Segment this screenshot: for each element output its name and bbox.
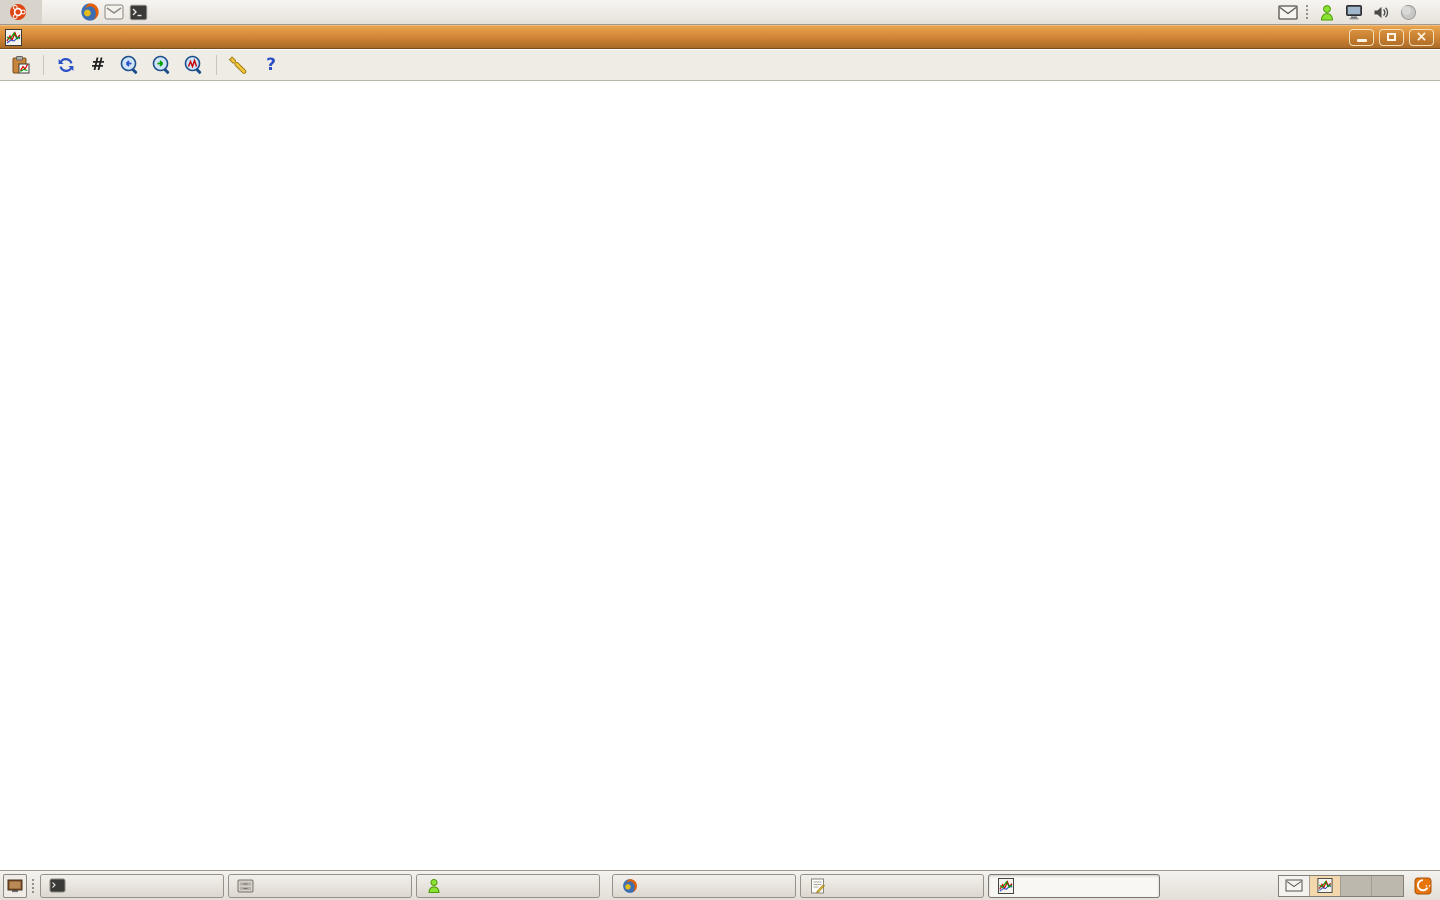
tasklist-handle[interactable]	[31, 878, 36, 894]
trash-applet[interactable]	[1412, 875, 1434, 897]
grid-icon: #	[91, 55, 105, 75]
task-button-editor[interactable]	[800, 874, 984, 898]
text-editor-icon	[809, 878, 826, 894]
clipboard-icon	[11, 55, 31, 75]
mail-launcher[interactable]	[102, 1, 126, 23]
gajim-status-icon[interactable]	[1317, 3, 1337, 21]
minimize-button[interactable]	[1349, 29, 1374, 46]
firefox-launcher[interactable]	[78, 1, 102, 23]
show-desktop-icon	[7, 879, 23, 893]
minimize-icon	[1357, 39, 1367, 42]
copy-to-clipboard-button[interactable]	[8, 52, 34, 78]
gnuplot-window-thumbnail	[1317, 878, 1333, 893]
display-icon[interactable]	[1344, 3, 1364, 21]
workspace-switcher	[1278, 875, 1404, 897]
gnuplot-toolbar: # ?	[0, 50, 1440, 81]
titlebar[interactable]: ×	[0, 25, 1440, 49]
terminal-icon	[49, 878, 66, 894]
menu-system[interactable]	[60, 0, 78, 24]
weather-icon[interactable]	[1398, 3, 1418, 21]
maximize-icon	[1387, 33, 1396, 41]
volume-icon[interactable]	[1371, 3, 1391, 21]
autoscale-button[interactable]	[181, 52, 207, 78]
workspace-2-current[interactable]	[1310, 876, 1341, 896]
task-button-gnuplot[interactable]	[988, 874, 1160, 898]
help-button[interactable]: ?	[258, 52, 284, 78]
firefox-icon	[621, 878, 638, 894]
gnuplot-plot-area	[0, 81, 1440, 870]
replot-button[interactable]	[53, 52, 79, 78]
task-button-gajim[interactable]	[416, 874, 600, 898]
autoscale-icon	[183, 54, 205, 76]
gnuplot-window-icon	[5, 29, 22, 46]
tray-handle[interactable]	[1305, 4, 1310, 20]
mail-notification-icon[interactable]	[1278, 3, 1298, 21]
help-icon: ?	[266, 55, 276, 75]
terminal-launcher[interactable]	[126, 1, 150, 23]
mail-window-thumbnail	[1285, 879, 1303, 892]
trash-icon	[1413, 876, 1433, 896]
firefox-icon	[80, 2, 100, 22]
wrench-icon	[228, 54, 250, 76]
show-desktop-button[interactable]	[3, 874, 27, 898]
close-button[interactable]: ×	[1409, 29, 1434, 46]
terminal-icon	[129, 4, 148, 21]
close-icon: ×	[1416, 30, 1428, 44]
system-tray	[1278, 3, 1440, 21]
mail-icon	[104, 4, 124, 20]
workspace-3[interactable]	[1341, 876, 1372, 896]
gnome-panel	[0, 0, 1440, 25]
plots-canvas[interactable]	[0, 81, 1440, 870]
zoom-previous-button[interactable]	[117, 52, 143, 78]
zoom-previous-icon	[119, 54, 141, 76]
configure-button[interactable]	[226, 52, 252, 78]
gajim-icon	[425, 878, 442, 894]
maximize-button[interactable]	[1379, 29, 1404, 46]
task-button-browser[interactable]	[612, 874, 796, 898]
menu-applications[interactable]	[0, 0, 42, 24]
task-button-file-manager[interactable]	[228, 874, 412, 898]
toggle-grid-button[interactable]: #	[85, 52, 111, 78]
ubuntu-logo-icon	[9, 3, 27, 21]
toolbar-separator	[216, 55, 217, 75]
gnome-taskbar	[0, 870, 1440, 900]
file-manager-icon	[237, 878, 254, 894]
zoom-next-button[interactable]	[149, 52, 175, 78]
gnuplot-icon	[997, 878, 1014, 894]
refresh-icon	[56, 55, 76, 75]
task-button-terminal[interactable]	[40, 874, 224, 898]
workspace-4[interactable]	[1372, 876, 1403, 896]
toolbar-separator	[43, 55, 44, 75]
menu-places[interactable]	[42, 0, 60, 24]
zoom-next-icon	[151, 54, 173, 76]
workspace-1[interactable]	[1279, 876, 1310, 896]
